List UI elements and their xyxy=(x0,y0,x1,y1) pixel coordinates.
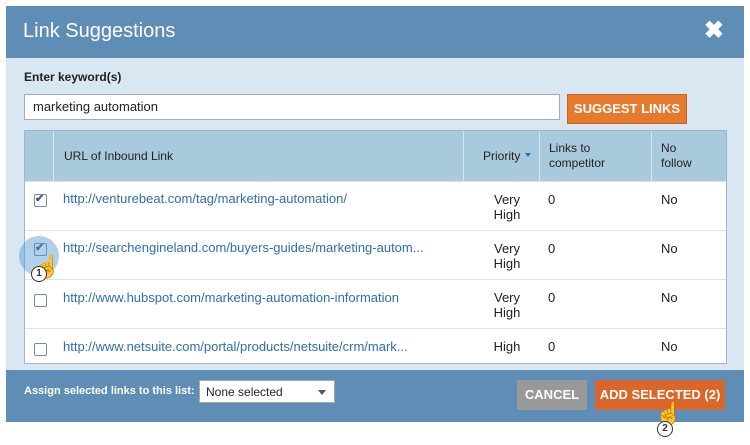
keyword-input[interactable]: marketing automation xyxy=(24,94,560,120)
row-nofollow: No xyxy=(661,241,678,256)
row-url-link[interactable]: http://searchengineland.com/buyers-guide… xyxy=(63,240,453,256)
row-competitor: 0 xyxy=(548,290,556,305)
row-checkbox[interactable] xyxy=(34,294,47,307)
row-priority: Very xyxy=(493,192,520,207)
dialog-titlebar: Link Suggestions ✖ xyxy=(6,6,744,58)
sort-down-icon xyxy=(525,153,531,157)
header-nofollow-line2: follow xyxy=(661,156,692,170)
row-competitor: 0 xyxy=(548,192,556,207)
header-competitor-line1: Links to xyxy=(549,141,591,155)
row-checkbox[interactable] xyxy=(34,343,47,356)
callout-2-badge: 2 xyxy=(657,421,673,437)
link-suggestions-dialog: Link Suggestions ✖ Enter keyword(s) mark… xyxy=(0,0,750,445)
dialog-footer: Assign selected links to this list: None… xyxy=(6,370,744,422)
keyword-label: Enter keyword(s) xyxy=(24,70,122,84)
row-url-link[interactable]: http://www.hubspot.com/marketing-automat… xyxy=(63,290,453,306)
row-priority: Very xyxy=(493,241,520,256)
row-competitor: 0 xyxy=(548,241,556,256)
header-url-label: URL of Inbound Link xyxy=(64,149,173,163)
table-row: http://www.hubspot.com/marketing-automat… xyxy=(25,279,726,329)
row-checkbox[interactable] xyxy=(34,192,47,207)
table-row: http://www.netsuite.com/portal/products/… xyxy=(25,328,726,364)
table-row: http://venturebeat.com/tag/marketing-aut… xyxy=(25,181,726,231)
row-priority-2: High xyxy=(493,256,521,271)
header-competitor[interactable]: Links to competitor xyxy=(539,131,651,181)
header-select-column xyxy=(25,131,53,181)
row-priority-2: High xyxy=(493,207,521,222)
header-priority[interactable]: Priority xyxy=(463,131,539,181)
row-priority-2: High xyxy=(493,305,521,320)
row-nofollow: No xyxy=(661,290,678,305)
table-header: URL of Inbound Link Priority Links to co… xyxy=(25,131,726,181)
dialog-body: Enter keyword(s) marketing automation SU… xyxy=(6,58,744,370)
suggestions-table: URL of Inbound Link Priority Links to co… xyxy=(24,130,727,364)
row-priority: Very xyxy=(493,290,520,305)
header-url[interactable]: URL of Inbound Link xyxy=(53,131,463,181)
table-row: http://searchengineland.com/buyers-guide… xyxy=(25,230,726,280)
close-icon[interactable]: ✖ xyxy=(704,19,724,43)
suggest-links-button[interactable]: SUGGEST LINKS xyxy=(567,94,687,124)
header-nofollow-line1: No xyxy=(661,141,677,155)
row-competitor: 0 xyxy=(548,339,556,354)
header-priority-label: Priority xyxy=(483,149,521,163)
list-select[interactable]: None selected xyxy=(199,380,335,403)
row-url-link[interactable]: http://www.netsuite.com/portal/products/… xyxy=(63,339,453,355)
header-competitor-line2: competitor xyxy=(549,156,606,170)
dialog-title: Link Suggestions xyxy=(23,20,176,42)
callout-1-badge: 1 xyxy=(31,266,47,282)
cancel-button[interactable]: CANCEL xyxy=(517,380,587,410)
chevron-down-icon xyxy=(318,390,326,395)
row-priority: High xyxy=(493,339,521,354)
row-nofollow: No xyxy=(661,192,678,207)
row-nofollow: No xyxy=(661,339,678,354)
assign-list-label: Assign selected links to this list: xyxy=(24,385,195,397)
row-url-link[interactable]: http://venturebeat.com/tag/marketing-aut… xyxy=(63,191,453,207)
list-select-value: None selected xyxy=(206,385,283,399)
header-nofollow[interactable]: No follow xyxy=(651,131,726,181)
